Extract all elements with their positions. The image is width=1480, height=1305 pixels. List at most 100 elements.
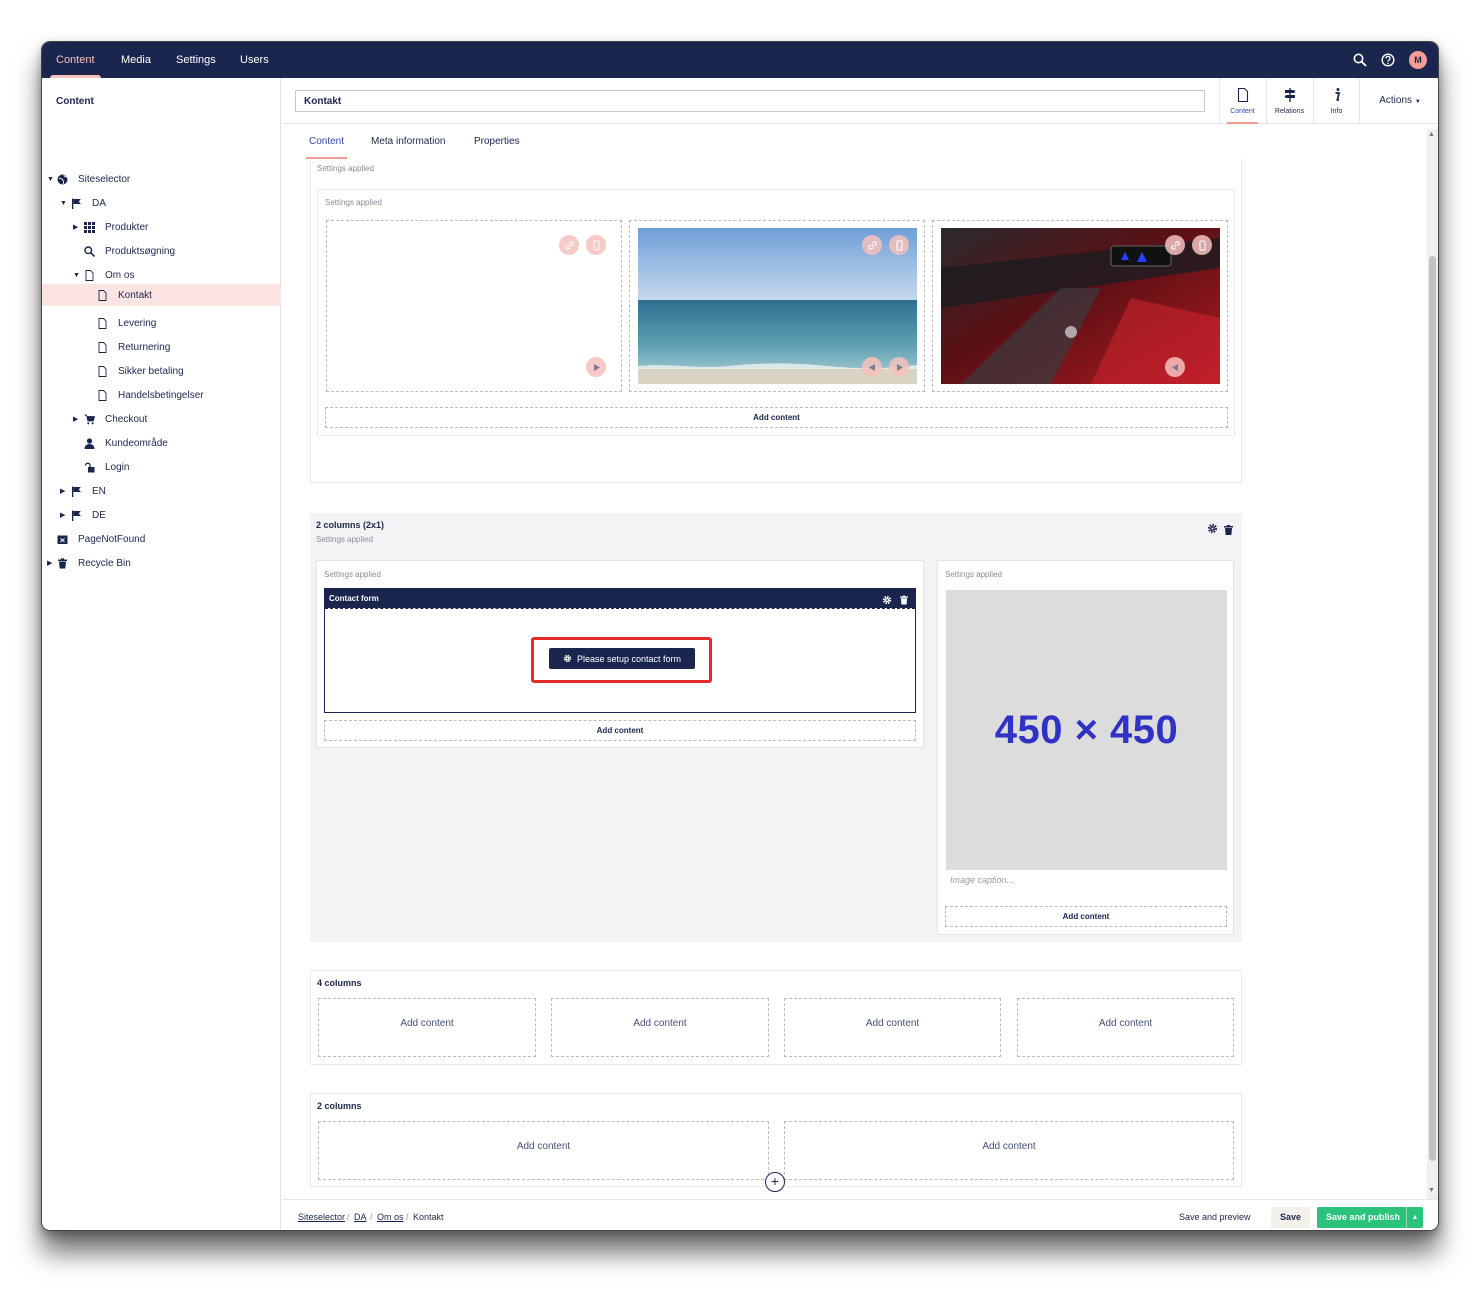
add-content-button[interactable]: Add content: [325, 407, 1228, 428]
settings-applied-label: Settings applied: [317, 164, 374, 173]
add-content-button[interactable]: Add content: [784, 1121, 1234, 1180]
caret-right-icon[interactable]: ▶: [73, 223, 78, 231]
app-content-button[interactable]: Content: [1219, 78, 1265, 124]
grid-cell-image[interactable]: [629, 220, 925, 392]
tree-item-label: DA: [92, 197, 106, 209]
document-icon: [83, 269, 96, 282]
add-content-button[interactable]: Add content: [318, 998, 536, 1057]
vertical-scrollbar[interactable]: ▲ ▼: [1427, 129, 1438, 1199]
tree-item-login[interactable]: Login: [42, 456, 281, 478]
settings-applied-label: Settings applied: [316, 535, 373, 544]
tree-item-checkout[interactable]: ▶ Checkout: [42, 408, 281, 430]
scroll-up-icon[interactable]: ▲: [1428, 131, 1435, 138]
caret-down-icon[interactable]: ▼: [73, 272, 80, 279]
breadcrumb-om-os[interactable]: Om os: [377, 1212, 404, 1222]
save-and-publish-button[interactable]: Save and publish ▲: [1317, 1207, 1423, 1228]
mobile-icon[interactable]: [889, 235, 909, 255]
tree-item-label: Produktsøgning: [105, 245, 176, 257]
topnav-content[interactable]: Content: [42, 42, 109, 78]
content-tree-sidebar: Content ▼ Siteselector ▼ DA ▶ Produkter …: [42, 78, 281, 1230]
add-content-button[interactable]: Add content: [324, 720, 916, 741]
settings-applied-label: Settings applied: [324, 570, 381, 579]
tree-item-label: Kundeområde: [105, 437, 168, 449]
tab-content[interactable]: Content: [305, 124, 348, 159]
topnav-users[interactable]: Users: [226, 42, 283, 78]
actions-label: Actions: [1379, 95, 1413, 106]
placeholder-image[interactable]: 450 × 450: [946, 590, 1227, 870]
tree-item-om-os[interactable]: ▼ Om os: [42, 264, 281, 286]
tab-properties[interactable]: Properties: [474, 124, 520, 159]
add-content-button[interactable]: Add content: [1017, 998, 1234, 1057]
add-row-plus-button[interactable]: +: [765, 1172, 785, 1192]
image-caption-input[interactable]: Image caption...: [950, 875, 1014, 885]
scroll-down-icon[interactable]: ▼: [1428, 1187, 1435, 1194]
tab-meta-information[interactable]: Meta information: [371, 124, 445, 159]
scrollbar-thumb[interactable]: [1429, 256, 1436, 1161]
mobile-icon[interactable]: [586, 235, 606, 255]
tree-item-levering[interactable]: Levering: [42, 312, 281, 334]
breadcrumb-siteselector[interactable]: Siteselector: [298, 1212, 345, 1222]
tree-item-produktsogning[interactable]: Produktsøgning: [42, 240, 281, 262]
setup-contact-form-button[interactable]: Please setup contact form: [549, 648, 695, 669]
setup-contact-form-label: Please setup contact form: [576, 653, 682, 664]
node-name-input[interactable]: [295, 90, 1205, 112]
help-icon[interactable]: [1379, 51, 1397, 69]
gear-icon[interactable]: [1207, 521, 1218, 539]
add-content-button[interactable]: Add content: [551, 998, 769, 1057]
tree-item-kundeomrade[interactable]: Kundeområde: [42, 432, 281, 454]
tree-item-siteselector[interactable]: ▼ Siteselector: [42, 168, 281, 190]
add-content-button[interactable]: Add content: [784, 998, 1001, 1057]
play-left-icon[interactable]: [862, 357, 882, 377]
caret-right-icon[interactable]: ▶: [47, 559, 52, 567]
app-content-label: Content: [1230, 108, 1255, 115]
tree-item-label: Recycle Bin: [78, 557, 131, 569]
document-icon: [96, 289, 109, 302]
play-right-icon[interactable]: [586, 357, 606, 377]
caret-down-icon[interactable]: ▼: [60, 200, 67, 207]
breadcrumb-da[interactable]: DA: [354, 1212, 367, 1222]
tree-item-pagenotfound[interactable]: PageNotFound: [42, 528, 281, 550]
caret-right-icon[interactable]: ▶: [73, 415, 78, 423]
mobile-icon[interactable]: [1192, 235, 1212, 255]
add-content-button[interactable]: Add content: [945, 906, 1227, 927]
play-left-icon[interactable]: [1165, 357, 1185, 377]
save-and-preview-button[interactable]: Save and preview: [1179, 1207, 1251, 1227]
tree-item-recycle-bin[interactable]: ▶ Recycle Bin: [42, 552, 281, 574]
link-icon[interactable]: [559, 235, 579, 255]
search-icon[interactable]: [1351, 51, 1369, 69]
topnav-settings[interactable]: Settings: [162, 42, 230, 78]
app-relations-button[interactable]: Relations: [1266, 78, 1312, 124]
content-tabs: Content Meta information Properties: [282, 124, 1438, 159]
settings-applied-label: Settings applied: [325, 198, 382, 207]
app-info-button[interactable]: Info: [1313, 78, 1359, 124]
tree-item-sikker-betaling[interactable]: Sikker betaling: [42, 360, 281, 382]
tree-item-kontakt[interactable]: Kontakt: [42, 284, 281, 306]
contact-form-control: Contact form Please setup contact form: [324, 588, 916, 713]
trash-icon[interactable]: [1224, 522, 1233, 540]
actions-dropdown[interactable]: Actions ▼: [1359, 78, 1438, 124]
tree-item-produkter[interactable]: ▶ Produkter: [42, 216, 281, 238]
tree-item-label: Kontakt: [118, 289, 152, 301]
play-right-icon[interactable]: [889, 357, 909, 377]
tree-item-returnering[interactable]: Returnering: [42, 336, 281, 358]
tree-item-da[interactable]: ▼ DA: [42, 192, 281, 214]
tree-item-de[interactable]: ▶ DE: [42, 504, 281, 526]
caret-right-icon[interactable]: ▶: [60, 487, 65, 495]
grid-cell-empty[interactable]: [326, 220, 622, 392]
tree-item-handelsbetingelser[interactable]: Handelsbetingelser: [42, 384, 281, 406]
link-icon[interactable]: [862, 235, 882, 255]
breadcrumb-separator: /: [370, 1212, 373, 1222]
app-relations-label: Relations: [1274, 108, 1305, 115]
tree-item-en[interactable]: ▶ EN: [42, 480, 281, 502]
caret-right-icon[interactable]: ▶: [60, 511, 65, 519]
topnav-media[interactable]: Media: [107, 42, 165, 78]
add-content-button[interactable]: Add content: [318, 1121, 769, 1180]
link-icon[interactable]: [1165, 235, 1185, 255]
save-button[interactable]: Save: [1271, 1207, 1310, 1228]
caret-down-icon[interactable]: ▼: [47, 176, 54, 183]
grid-cell-image[interactable]: [932, 220, 1228, 392]
tree-item-label: Sikker betaling: [118, 365, 184, 377]
editor-footer: Siteselector / DA / Om os / Kontakt Save…: [282, 1199, 1438, 1230]
user-avatar[interactable]: M: [1409, 51, 1427, 69]
caret-up-icon[interactable]: ▲: [1406, 1207, 1423, 1228]
